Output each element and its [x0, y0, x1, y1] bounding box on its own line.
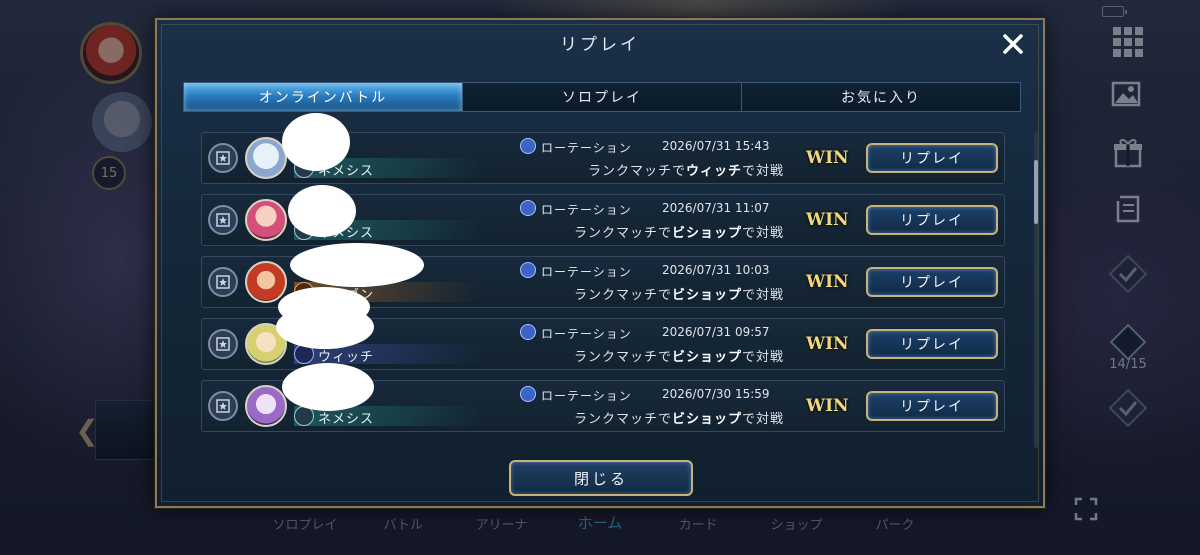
- tab-favorites[interactable]: お気に入り: [742, 83, 1020, 111]
- opponent-avatar: [245, 261, 287, 303]
- replay-button[interactable]: リプレイ: [866, 391, 998, 421]
- replay-button[interactable]: リプレイ: [866, 205, 998, 235]
- replay-dialog: リプレイ オンラインバトル ソロプレイ お気に入り ネメシス ローテーション 2…: [155, 18, 1045, 508]
- replay-button[interactable]: リプレイ: [866, 329, 998, 359]
- opponent-avatar: [245, 137, 287, 179]
- replay-datetime: 2026/07/31 15:43: [662, 139, 770, 153]
- match-description: ランクマッチでビショップで対戦: [573, 350, 784, 365]
- tab-online-battle[interactable]: オンラインバトル: [184, 83, 463, 111]
- replay-datetime: 2026/07/30 15:59: [662, 387, 770, 401]
- redaction-mark: [288, 185, 356, 237]
- replay-row: ドラゴン ローテーション 2026/07/31 10:03 ランクマッチでビショ…: [201, 243, 1005, 327]
- scroll-thumb[interactable]: [1034, 160, 1038, 224]
- redaction-mark: [290, 243, 424, 287]
- opponent-avatar: [245, 199, 287, 241]
- opponent-avatar: [245, 385, 287, 427]
- result-label: WIN: [806, 148, 849, 168]
- format-label: ローテーション: [541, 389, 632, 403]
- replay-datetime: 2026/07/31 09:57: [662, 325, 770, 339]
- dialog-title: リプレイ: [560, 35, 640, 55]
- favorite-star-icon[interactable]: [208, 391, 238, 421]
- replay-row: ネメシス ローテーション 2026/07/31 11:07 ランクマッチでビショ…: [201, 185, 1005, 246]
- result-label: WIN: [806, 334, 849, 354]
- result-label: WIN: [806, 396, 849, 416]
- favorite-star-icon[interactable]: [208, 205, 238, 235]
- redaction-mark: [282, 113, 350, 171]
- match-description: ランクマッチでビショップで対戦: [573, 288, 784, 303]
- close-icon[interactable]: [999, 30, 1027, 58]
- result-label: WIN: [806, 272, 849, 292]
- redaction-mark: [276, 305, 374, 349]
- format-label: ローテーション: [541, 265, 632, 279]
- replay-tabs: オンラインバトル ソロプレイ お気に入り: [183, 82, 1021, 112]
- favorite-star-icon[interactable]: [208, 329, 238, 359]
- rotation-format-icon: [520, 200, 536, 216]
- list-scrollbar[interactable]: [1034, 132, 1038, 448]
- rotation-format-icon: [520, 324, 536, 340]
- format-label: ローテーション: [541, 141, 632, 155]
- replay-list: ネメシス ローテーション 2026/07/31 15:43 ランクマッチでウィッ…: [201, 113, 1007, 446]
- format-label: ローテーション: [541, 203, 632, 217]
- format-label: ローテーション: [541, 327, 632, 341]
- match-description: ランクマッチでビショップで対戦: [573, 412, 784, 427]
- rotation-format-icon: [520, 138, 536, 154]
- replay-button[interactable]: リプレイ: [866, 267, 998, 297]
- favorite-star-icon[interactable]: [208, 267, 238, 297]
- redaction-mark: [282, 363, 374, 411]
- replay-row: ネメシス ローテーション 2026/07/30 15:59 ランクマッチでビショ…: [201, 363, 1005, 432]
- tab-solo-play[interactable]: ソロプレイ: [463, 83, 742, 111]
- rotation-format-icon: [520, 262, 536, 278]
- replay-button[interactable]: リプレイ: [866, 143, 998, 173]
- match-description: ランクマッチでウィッチで対戦: [587, 164, 784, 179]
- replay-datetime: 2026/07/31 11:07: [662, 201, 770, 215]
- favorite-star-icon[interactable]: [208, 143, 238, 173]
- replay-datetime: 2026/07/31 10:03: [662, 263, 770, 277]
- match-description: ランクマッチでビショップで対戦: [573, 226, 784, 241]
- result-label: WIN: [806, 210, 849, 230]
- close-button[interactable]: 閉じる: [509, 460, 693, 496]
- rotation-format-icon: [520, 386, 536, 402]
- replay-row: ネメシス ローテーション 2026/07/31 15:43 ランクマッチでウィッ…: [201, 113, 1005, 184]
